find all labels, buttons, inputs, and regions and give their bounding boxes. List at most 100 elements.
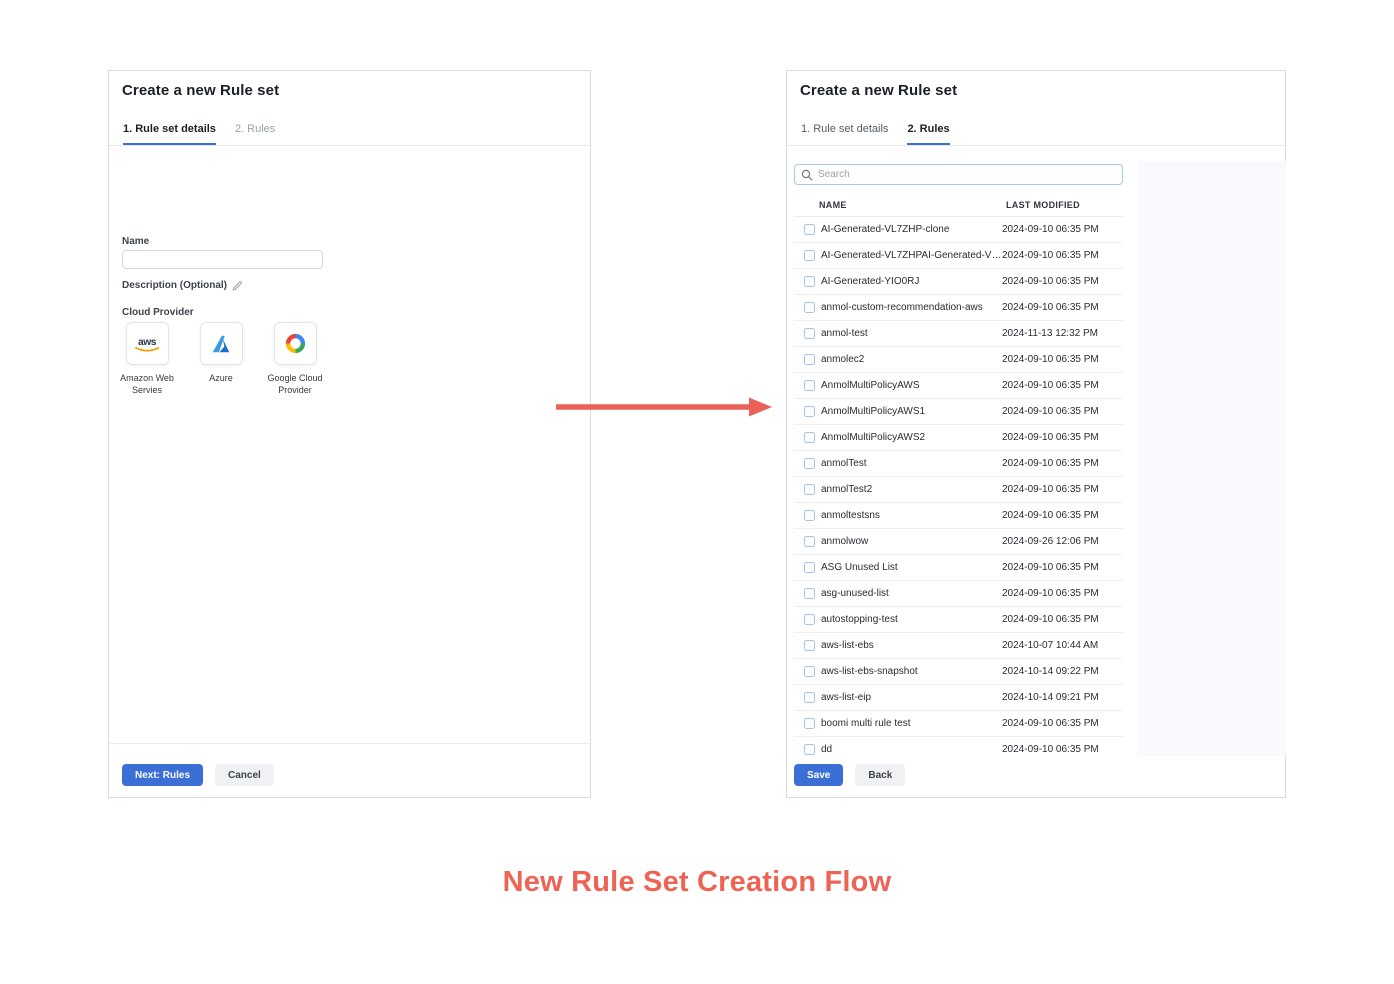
save-button[interactable]: Save bbox=[794, 764, 843, 786]
last-modified-cell: 2024-09-10 06:35 PM bbox=[1002, 458, 1099, 469]
last-modified-cell: 2024-09-26 12:06 PM bbox=[1002, 536, 1099, 547]
back-button[interactable]: Back bbox=[855, 764, 905, 786]
tab-rule-set-details[interactable]: 1. Rule set details bbox=[123, 120, 216, 145]
table-row[interactable]: asg-unused-list 2024-09-10 06:35 PM bbox=[794, 581, 1123, 607]
aws-icon: aws bbox=[130, 333, 164, 355]
row-checkbox[interactable] bbox=[804, 536, 815, 547]
table-row[interactable]: aws-list-eip 2024-10-14 09:21 PM bbox=[794, 685, 1123, 711]
rule-name-cell: aws-list-ebs-snapshot bbox=[821, 666, 1002, 677]
table-body: AI-Generated-VL7ZHP-clone 2024-09-10 06:… bbox=[794, 217, 1123, 758]
azure-icon bbox=[210, 333, 232, 355]
provider-option-gcp[interactable]: Google Cloud Provider bbox=[263, 322, 327, 396]
create-ruleset-dialog-step2: Create a new Rule set 1. Rule set detail… bbox=[786, 70, 1286, 798]
provider-card-azure[interactable] bbox=[200, 322, 243, 365]
row-checkbox[interactable] bbox=[804, 562, 815, 573]
last-modified-cell: 2024-11-13 12:32 PM bbox=[1002, 328, 1098, 339]
table-row[interactable]: AI-Generated-VL7ZHP-clone 2024-09-10 06:… bbox=[794, 217, 1123, 243]
tab-rules[interactable]: 2. Rules bbox=[235, 120, 275, 145]
table-row[interactable]: anmolTest2 2024-09-10 06:35 PM bbox=[794, 477, 1123, 503]
column-header-last-modified: LAST MODIFIED bbox=[1006, 200, 1080, 210]
row-checkbox[interactable] bbox=[804, 692, 815, 703]
provider-row: aws Amazon Web Servies bbox=[115, 322, 327, 396]
table-row[interactable]: anmol-test 2024-11-13 12:32 PM bbox=[794, 321, 1123, 347]
row-checkbox[interactable] bbox=[804, 614, 815, 625]
provider-card-gcp[interactable] bbox=[274, 322, 317, 365]
provider-card-aws[interactable]: aws bbox=[126, 322, 169, 365]
row-checkbox[interactable] bbox=[804, 510, 815, 521]
provider-name-aws: Amazon Web Servies bbox=[115, 372, 179, 396]
table-row[interactable]: aws-list-ebs-snapshot 2024-10-14 09:22 P… bbox=[794, 659, 1123, 685]
rule-name-cell: anmol-custom-recommendation-aws bbox=[821, 302, 1002, 313]
row-checkbox[interactable] bbox=[804, 458, 815, 469]
search-icon bbox=[801, 169, 813, 181]
cancel-button[interactable]: Cancel bbox=[215, 764, 274, 786]
last-modified-cell: 2024-09-10 06:35 PM bbox=[1002, 250, 1099, 261]
row-checkbox[interactable] bbox=[804, 354, 815, 365]
tab-rules[interactable]: 2. Rules bbox=[907, 120, 949, 145]
row-checkbox[interactable] bbox=[804, 432, 815, 443]
footer-separator bbox=[109, 743, 590, 744]
last-modified-cell: 2024-09-10 06:35 PM bbox=[1002, 354, 1099, 365]
next-rules-button[interactable]: Next: Rules bbox=[122, 764, 203, 786]
table-row[interactable]: AI-Generated-VL7ZHPAI-Generated-VL7ZHPAI… bbox=[794, 243, 1123, 269]
table-row[interactable]: anmoltestsns 2024-09-10 06:35 PM bbox=[794, 503, 1123, 529]
row-checkbox[interactable] bbox=[804, 302, 815, 313]
table-row[interactable]: anmolwow 2024-09-26 12:06 PM bbox=[794, 529, 1123, 555]
name-input[interactable] bbox=[122, 250, 323, 269]
table-row[interactable]: dd 2024-09-10 06:35 PM bbox=[794, 737, 1123, 758]
table-header: NAME LAST MODIFIED bbox=[794, 193, 1123, 217]
flow-arrow-icon bbox=[552, 394, 776, 420]
dialog-footer: Save Back bbox=[794, 764, 905, 786]
table-row[interactable]: AnmolMultiPolicyAWS 2024-09-10 06:35 PM bbox=[794, 373, 1123, 399]
dialog-title: Create a new Rule set bbox=[800, 82, 957, 99]
rule-name-cell: asg-unused-list bbox=[821, 588, 1002, 599]
table-row[interactable]: boomi multi rule test 2024-09-10 06:35 P… bbox=[794, 711, 1123, 737]
provider-option-aws[interactable]: aws Amazon Web Servies bbox=[115, 322, 179, 396]
tab-rule-set-details[interactable]: 1. Rule set details bbox=[801, 120, 888, 145]
rule-name-cell: anmolTest2 bbox=[821, 484, 1002, 495]
row-checkbox[interactable] bbox=[804, 224, 815, 235]
provider-option-azure[interactable]: Azure bbox=[189, 322, 253, 396]
last-modified-cell: 2024-09-10 06:35 PM bbox=[1002, 432, 1099, 443]
last-modified-cell: 2024-09-10 06:35 PM bbox=[1002, 484, 1099, 495]
table-row[interactable]: aws-list-ebs 2024-10-07 10:44 AM bbox=[794, 633, 1123, 659]
search-box[interactable] bbox=[794, 164, 1123, 185]
row-checkbox[interactable] bbox=[804, 380, 815, 391]
table-row[interactable]: autostopping-test 2024-09-10 06:35 PM bbox=[794, 607, 1123, 633]
row-checkbox[interactable] bbox=[804, 744, 815, 755]
last-modified-cell: 2024-09-10 06:35 PM bbox=[1002, 510, 1099, 521]
rule-name-cell: ASG Unused List bbox=[821, 562, 1002, 573]
row-checkbox[interactable] bbox=[804, 328, 815, 339]
rule-name-cell: anmoltestsns bbox=[821, 510, 1002, 521]
rule-name-cell: AI-Generated-VL7ZHP-clone bbox=[821, 224, 1002, 235]
edit-pencil-icon[interactable] bbox=[232, 280, 243, 291]
row-checkbox[interactable] bbox=[804, 484, 815, 495]
caption: New Rule Set Creation Flow bbox=[0, 866, 1394, 899]
row-checkbox[interactable] bbox=[804, 718, 815, 729]
last-modified-cell: 2024-10-14 09:22 PM bbox=[1002, 666, 1099, 677]
table-row[interactable]: AnmolMultiPolicyAWS1 2024-09-10 06:35 PM bbox=[794, 399, 1123, 425]
row-checkbox[interactable] bbox=[804, 250, 815, 261]
column-header-name: NAME bbox=[819, 200, 1006, 210]
last-modified-cell: 2024-09-10 06:35 PM bbox=[1002, 562, 1099, 573]
tab-bar: 1. Rule set details 2. Rules bbox=[109, 120, 590, 146]
table-row[interactable]: ASG Unused List 2024-09-10 06:35 PM bbox=[794, 555, 1123, 581]
rule-name-cell: AI-Generated-VL7ZHPAI-Generated-VL7ZHPAI… bbox=[821, 250, 1002, 261]
search-input[interactable] bbox=[818, 169, 1116, 180]
table-row[interactable]: AI-Generated-YIO0RJ 2024-09-10 06:35 PM bbox=[794, 269, 1123, 295]
row-checkbox[interactable] bbox=[804, 666, 815, 677]
rule-name-cell: anmolwow bbox=[821, 536, 1002, 547]
table-row[interactable]: anmolec2 2024-09-10 06:35 PM bbox=[794, 347, 1123, 373]
last-modified-cell: 2024-09-10 06:35 PM bbox=[1002, 406, 1099, 417]
table-row[interactable]: anmol-custom-recommendation-aws 2024-09-… bbox=[794, 295, 1123, 321]
row-checkbox[interactable] bbox=[804, 640, 815, 651]
last-modified-cell: 2024-09-10 06:35 PM bbox=[1002, 614, 1099, 625]
row-checkbox[interactable] bbox=[804, 588, 815, 599]
row-checkbox[interactable] bbox=[804, 276, 815, 287]
rule-name-cell: anmolec2 bbox=[821, 354, 1002, 365]
rule-name-cell: AnmolMultiPolicyAWS2 bbox=[821, 432, 1002, 443]
table-row[interactable]: anmolTest 2024-09-10 06:35 PM bbox=[794, 451, 1123, 477]
table-row[interactable]: AnmolMultiPolicyAWS2 2024-09-10 06:35 PM bbox=[794, 425, 1123, 451]
row-checkbox[interactable] bbox=[804, 406, 815, 417]
page-canvas: Create a new Rule set 1. Rule set detail… bbox=[0, 0, 1394, 984]
